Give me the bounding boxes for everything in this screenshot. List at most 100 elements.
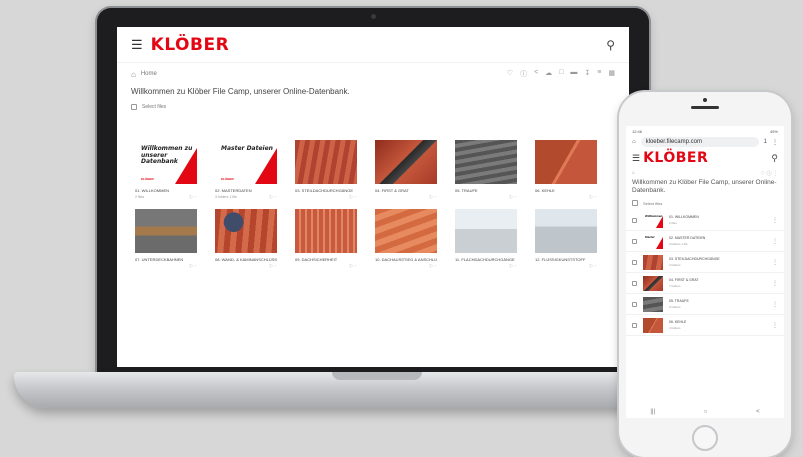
folder-name[interactable]: 04. FIRST & GRAT [375, 188, 437, 193]
list-item[interactable]: Master 02. MASTER DATEIEN 3 folders 1 file… [626, 231, 784, 252]
folder-name[interactable]: 12. FLÜSSIGKUNSTSTOFF [535, 257, 597, 262]
folder-name[interactable]: 01. WILLKOMMEN [135, 188, 197, 193]
download-icon[interactable]: ↧ [584, 69, 590, 79]
folder-tile[interactable]: 05. TRAUFE ⓘ ⋯ [455, 140, 517, 200]
folder-thumbnail[interactable] [535, 209, 597, 253]
logo[interactable]: KLÖBER [643, 150, 708, 166]
list-item[interactable]: 06. KEHLE 4 folders ⋮ [626, 315, 784, 336]
folder-name[interactable]: 07. UNTERDECKBAHNEN [135, 257, 197, 262]
folder-thumbnail[interactable] [215, 209, 277, 253]
kebab-menu-icon[interactable]: ⋮ [772, 322, 778, 329]
folder-tile[interactable]: 12. FLÜSSIGKUNSTSTOFF ⓘ ⋯ [535, 209, 597, 269]
url-field[interactable]: kloeber.filecamp.com [640, 137, 759, 147]
folder-tile[interactable]: 06. KEHLE ⓘ ⋯ [535, 140, 597, 200]
breadcrumb[interactable]: Home [141, 71, 157, 77]
select-files[interactable]: Select files [626, 200, 784, 206]
folder-thumbnail[interactable]: Master Dateien KLÖBER [215, 140, 277, 184]
home-icon[interactable]: ⌂ [131, 70, 136, 79]
folder-name[interactable]: 08. WAND- & KAMINANSCHLÜSSE [215, 257, 277, 262]
folder-thumbnail[interactable] [375, 209, 437, 253]
folder-name[interactable]: 11. FLACHDACHDURCHGÄNGE [455, 257, 517, 262]
info-icon[interactable]: ⓘ ⋯ [429, 264, 437, 269]
row-checkbox[interactable] [632, 238, 637, 244]
info-icon[interactable]: ⓘ [767, 171, 772, 177]
info-icon[interactable]: ⓘ ⋯ [269, 195, 277, 200]
folder-tile[interactable]: Willkommen zu unserer Datenbank KLÖBER 01.… [135, 140, 197, 200]
heart-icon[interactable]: ♡ [761, 171, 765, 177]
home-icon[interactable]: ⌂ [632, 170, 635, 176]
info-icon[interactable]: ⓘ ⋯ [189, 195, 197, 200]
back-button[interactable]: < [756, 409, 760, 415]
home-button[interactable]: ○ [704, 409, 708, 415]
row-checkbox[interactable] [632, 280, 637, 286]
sort-icon[interactable]: ≡ [597, 69, 601, 79]
list-item[interactable]: 03. STEILDACHDURCHGÄNGE 4 folders ⋮ [626, 252, 784, 273]
select-files[interactable]: Select files [117, 104, 629, 110]
search-icon[interactable]: ⚲ [606, 38, 615, 52]
folder-name[interactable]: 03. STEILDACHDURCHGÄNGE [295, 188, 357, 193]
folder-tile[interactable]: 08. WAND- & KAMINANSCHLÜSSE ⓘ ⋯ [215, 209, 277, 269]
folder-name[interactable]: 02. MASTER DATEIEN [669, 236, 772, 240]
kebab-menu-icon[interactable]: ⋮ [772, 301, 778, 308]
folder-thumbnail[interactable] [643, 275, 663, 291]
folder-thumbnail[interactable] [455, 140, 517, 184]
folder-name[interactable]: 06. KEHLE [535, 188, 597, 193]
delete-icon[interactable]: ▬ [570, 69, 577, 79]
info-icon[interactable]: ⓘ ⋯ [189, 264, 197, 269]
row-checkbox[interactable] [632, 259, 637, 265]
folder-name[interactable]: 05. TRAUFE [669, 299, 772, 303]
kebab-menu-icon[interactable]: ⋮ [773, 171, 778, 177]
menu-icon[interactable]: ☰ [131, 37, 143, 53]
kebab-menu-icon[interactable]: ⋮ [772, 238, 778, 245]
cloud-upload-icon[interactable]: ☁ [545, 69, 552, 79]
menu-icon[interactable]: ☰ [632, 153, 640, 164]
folder-tile[interactable]: 07. UNTERDECKBAHNEN ⓘ ⋯ [135, 209, 197, 269]
folder-name[interactable]: 06. KEHLE [669, 320, 772, 324]
folder-thumbnail[interactable]: Master [643, 233, 663, 249]
folder-tile[interactable]: Master Dateien KLÖBER 02. MASTERDATEN 3 fol… [215, 140, 277, 200]
folder-thumbnail[interactable] [295, 140, 357, 184]
phone-home-button[interactable] [692, 425, 718, 451]
info-icon[interactable]: ⓘ ⋯ [589, 264, 597, 269]
folder-icon[interactable]: □ [559, 69, 563, 79]
kebab-menu-icon[interactable]: ⋮ [772, 139, 778, 146]
folder-thumbnail[interactable] [295, 209, 357, 253]
row-checkbox[interactable] [632, 301, 637, 307]
info-icon[interactable]: ⓘ ⋯ [429, 195, 437, 200]
folder-thumbnail[interactable] [643, 317, 663, 333]
folder-name[interactable]: 02. MASTERDATEN [215, 188, 277, 193]
kebab-menu-icon[interactable]: ⋮ [772, 280, 778, 287]
folder-name[interactable]: 03. STEILDACHDURCHGÄNGE [669, 257, 772, 261]
list-item[interactable]: 04. FIRST & GRAT 7 folders ⋮ [626, 273, 784, 294]
folder-thumbnail[interactable] [455, 209, 517, 253]
share-icon[interactable]: < [534, 69, 538, 79]
folder-name[interactable]: 10. DACHAUSSTIEG & ANSCHLÜSSE [375, 257, 437, 262]
info-icon[interactable]: ⓘ ⋯ [509, 195, 517, 200]
row-checkbox[interactable] [632, 217, 637, 223]
info-icon[interactable]: ⓘ ⋯ [269, 264, 277, 269]
heart-icon[interactable]: ♡ [507, 69, 513, 79]
info-icon[interactable]: ⓘ ⋯ [509, 264, 517, 269]
info-icon[interactable]: ⓘ [520, 69, 527, 79]
logo[interactable]: KLÖBER [151, 35, 230, 55]
folder-tile[interactable]: 03. STEILDACHDURCHGÄNGE ⓘ ⋯ [295, 140, 357, 200]
recent-apps-button[interactable]: ||| [650, 409, 655, 415]
folder-thumbnail[interactable] [375, 140, 437, 184]
folder-tile[interactable]: 09. DACHSICHERHEIT ⓘ ⋯ [295, 209, 357, 269]
select-all-checkbox[interactable] [131, 104, 137, 110]
folder-name[interactable]: 05. TRAUFE [455, 188, 517, 193]
select-all-checkbox[interactable] [632, 200, 638, 206]
list-item[interactable]: 05. TRAUFE 3 folders ⋮ [626, 294, 784, 315]
grid-icon[interactable]: ▦ [608, 69, 615, 79]
search-icon[interactable]: ⚲ [771, 153, 778, 164]
info-icon[interactable]: ⓘ ⋯ [349, 264, 357, 269]
folder-thumbnail[interactable] [643, 254, 663, 270]
kebab-menu-icon[interactable]: ⋮ [772, 217, 778, 224]
kebab-menu-icon[interactable]: ⋮ [772, 259, 778, 266]
folder-thumbnail[interactable] [135, 209, 197, 253]
folder-thumbnail[interactable] [643, 296, 663, 312]
folder-tile[interactable]: 10. DACHAUSSTIEG & ANSCHLÜSSE ⓘ ⋯ [375, 209, 437, 269]
tabs-count[interactable]: 1 [764, 139, 767, 145]
folder-name[interactable]: 01. WILLKOMMEN [669, 215, 772, 219]
folder-name[interactable]: 04. FIRST & GRAT [669, 278, 772, 282]
